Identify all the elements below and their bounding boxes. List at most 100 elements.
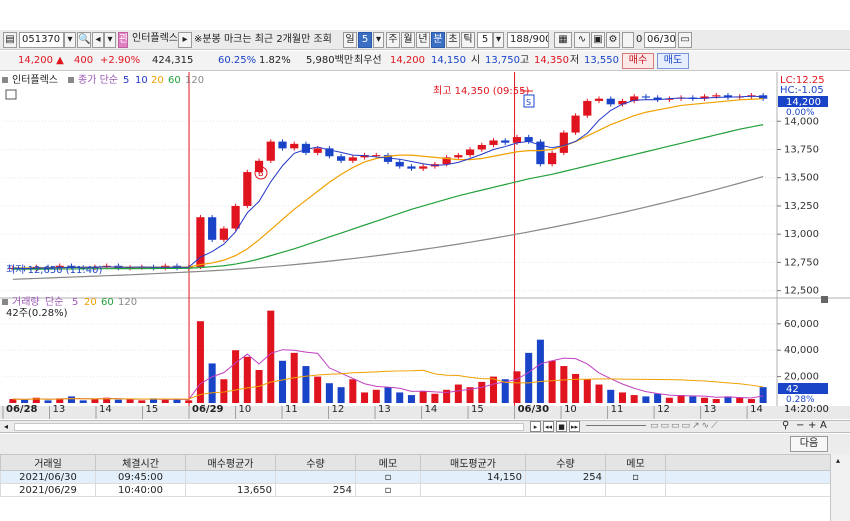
table-scrollbar[interactable]: ▴	[830, 454, 850, 521]
interval-dropdown-icon[interactable]: ▾	[493, 32, 504, 48]
volume-bar	[278, 360, 287, 403]
header-sell-memo[interactable]: 메모	[605, 454, 666, 471]
scroll-up-icon[interactable]: ▴	[836, 456, 840, 465]
period-second-button[interactable]: 초	[446, 32, 460, 48]
period-week-button[interactable]: 주	[386, 32, 400, 48]
notice-label: ※분봉 마크는 최근 2개월만 조회	[194, 34, 332, 45]
stock-code-input[interactable]: 051370	[19, 32, 64, 48]
favorite-icon[interactable]: 관	[118, 32, 128, 48]
next-button[interactable]: 다음	[790, 436, 828, 452]
price-change: 400	[74, 55, 94, 66]
open-price: 13,750	[485, 55, 520, 66]
ma120-legend: 120	[185, 75, 204, 86]
candle-body	[477, 144, 486, 150]
volume-bar	[138, 400, 146, 403]
memo-icon[interactable]: ▫	[355, 483, 421, 497]
table-row[interactable]: 2021/06/30 09:45:00 ▫ 14,150 254 ▫	[0, 470, 831, 484]
price-tick-label: 12,500	[784, 286, 819, 297]
x-tick-label: 12	[332, 404, 345, 415]
period-value-input[interactable]: 5	[358, 32, 372, 48]
memo-icon[interactable]: ▫	[355, 470, 421, 484]
ma60-legend: 60	[168, 75, 181, 86]
period-tick-button[interactable]: 틱	[461, 32, 475, 48]
high-label: 고	[520, 55, 530, 66]
date-input[interactable]: 06/30	[644, 32, 676, 48]
volume-bar	[759, 387, 767, 403]
prev-stock-icon[interactable]: ◂	[92, 32, 104, 48]
search-icon[interactable]: 🔍	[77, 32, 91, 48]
volume-bar	[161, 399, 169, 403]
code-dropdown-icon[interactable]: ▾	[64, 32, 76, 48]
memo-icon[interactable]: ▫	[605, 470, 666, 484]
gear-icon[interactable]: ⚙	[606, 32, 620, 48]
chart-scrollbar[interactable]	[14, 423, 524, 431]
magnifier-icon[interactable]: ⚲	[782, 420, 789, 431]
scroll-left-icon[interactable]: ◂	[4, 422, 8, 431]
header-sell-qty[interactable]: 수량	[525, 454, 606, 471]
header-buy-qty[interactable]: 수량	[275, 454, 356, 471]
volume-bar	[665, 397, 673, 403]
volume-bar	[208, 363, 216, 403]
buy-button[interactable]: 매수	[622, 53, 654, 69]
menu-icon[interactable]: ▤	[3, 32, 17, 48]
interval-input[interactable]: 5	[477, 32, 493, 48]
period-month-button[interactable]: 월	[401, 32, 415, 48]
candle-body	[231, 205, 240, 229]
ma10-legend: 10	[135, 75, 148, 86]
candle-body	[641, 96, 651, 98]
volume-bar	[325, 383, 333, 403]
current-pct-tag-text: 0.00%	[786, 108, 815, 118]
x-time-label: 14:20:00	[784, 404, 829, 415]
header-buy-avg[interactable]: 매수평균가	[185, 454, 276, 471]
volume-bar	[548, 360, 556, 403]
header-trade-time[interactable]: 체결시간	[95, 454, 186, 471]
volume-bar	[595, 384, 603, 403]
next-stock-icon[interactable]: ▾	[104, 32, 116, 48]
cell-sell-avg: 14,150	[420, 470, 526, 484]
zoom-in-icon[interactable]: +	[808, 420, 816, 431]
x-tick-label: 10	[239, 404, 252, 415]
header-sell-avg[interactable]: 매도평균가	[420, 454, 526, 471]
cell-sell-memo	[605, 483, 666, 497]
period-minute-button[interactable]: 분	[431, 32, 445, 48]
volume-panel-close-icon[interactable]	[821, 296, 828, 303]
font-size-icon[interactable]: A	[820, 420, 827, 431]
volume-bar	[689, 396, 697, 403]
buy-marker-letter: B	[258, 169, 264, 178]
volume-bar	[431, 393, 439, 403]
indicator-icon[interactable]: ▦	[554, 32, 572, 48]
name-dropdown-icon[interactable]: ▸	[178, 32, 192, 48]
stop-icon[interactable]: ■	[556, 421, 567, 432]
volume-bar	[361, 392, 369, 403]
zoom-slider[interactable]	[586, 425, 646, 426]
line-tool-icon[interactable]: ∿	[574, 32, 590, 48]
save-icon[interactable]: ▣	[591, 32, 605, 48]
candle-body	[571, 115, 580, 133]
fast-forward-icon[interactable]: ▸▸	[569, 421, 580, 432]
volume-bar	[642, 396, 650, 403]
cell-time: 09:45:00	[95, 470, 186, 484]
period-year-button[interactable]: 년	[416, 32, 430, 48]
volume-ma120-legend: 120	[118, 297, 137, 308]
sell-button[interactable]: 매도	[657, 53, 689, 69]
chart-svg[interactable]: 14,00013,75013,50013,25013,00012,75012,5…	[0, 72, 850, 420]
drawing-tools-icon[interactable]: ▭▭▭▭↗∿⟋	[650, 421, 745, 432]
chart-area[interactable]: 14,000 13,750 13,500 13,250 13,000 12,750 12,5…	[0, 72, 850, 420]
volume-bar	[243, 356, 251, 403]
date-checkbox[interactable]	[622, 32, 634, 48]
play-icon[interactable]: ▸	[530, 421, 541, 432]
candle-body	[301, 143, 311, 153]
candle-body	[407, 166, 416, 169]
calendar-icon[interactable]: ▭	[678, 32, 692, 48]
header-buy-memo[interactable]: 메모	[355, 454, 421, 471]
header-trade-date[interactable]: 거래일	[0, 454, 96, 471]
volume-current-tag-text: 42	[786, 384, 799, 395]
table-row[interactable]: 2021/06/29 10:40:00 13,650 254 ▫	[0, 483, 831, 497]
volume-tick-label: 40,000	[784, 345, 819, 356]
rewind-icon[interactable]: ◂◂	[543, 421, 554, 432]
bar-count-input[interactable]: 188/900	[507, 32, 549, 48]
period-dropdown-icon[interactable]: ▾	[373, 32, 384, 48]
volume-bar	[536, 339, 544, 403]
zoom-out-icon[interactable]: −	[796, 420, 804, 431]
period-day-button[interactable]: 일	[343, 32, 357, 48]
